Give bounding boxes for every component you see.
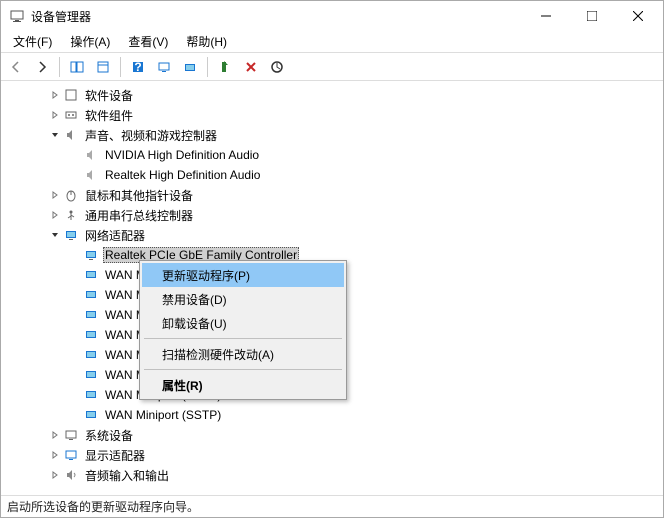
collapse-icon[interactable] [49,129,61,141]
network-adapter-icon [83,267,99,283]
menu-help[interactable]: 帮助(H) [178,31,235,52]
help-button[interactable]: ? [127,56,149,78]
expand-icon[interactable] [49,109,61,121]
speaker-icon [83,167,99,183]
network-adapter-icon [83,407,99,423]
context-menu: 更新驱动程序(P) 禁用设备(D) 卸载设备(U) 扫描检测硬件改动(A) 属性… [139,260,347,400]
network-adapter-icon [83,347,99,363]
maximize-button[interactable] [569,1,615,31]
menubar: 文件(F) 操作(A) 查看(V) 帮助(H) [1,31,663,53]
ctx-scan[interactable]: 扫描检测硬件改动(A) [142,342,344,366]
device-icon [63,107,79,123]
ctx-separator [144,369,342,370]
scan-hardware-button[interactable] [153,56,175,78]
disable-device-button[interactable] [266,56,288,78]
speaker-icon [83,147,99,163]
tree-node-audio-io[interactable]: 音频输入和输出 [1,465,663,485]
computer-icon [63,427,79,443]
ctx-disable[interactable]: 禁用设备(D) [142,287,344,311]
collapse-icon[interactable] [49,229,61,241]
menu-action[interactable]: 操作(A) [62,31,118,52]
enable-device-button[interactable] [214,56,236,78]
speaker-icon [63,127,79,143]
tree-node-mice[interactable]: 鼠标和其他指针设备 [1,185,663,205]
ctx-label: 扫描检测硬件改动(A) [162,346,274,363]
close-button[interactable] [615,1,661,31]
uninstall-device-button[interactable] [240,56,262,78]
menu-file[interactable]: 文件(F) [5,31,60,52]
node-label: 网络适配器 [83,227,147,244]
node-label: 声音、视频和游戏控制器 [83,127,219,144]
status-text: 启动所选设备的更新驱动程序向导。 [7,498,199,515]
usb-icon [63,207,79,223]
node-label: Realtek High Definition Audio [103,168,262,182]
network-icon [63,227,79,243]
tree-node-software-components[interactable]: 软件组件 [1,105,663,125]
tree-node-system[interactable]: 系统设备 [1,425,663,445]
mouse-icon [63,187,79,203]
network-adapter-icon [83,327,99,343]
ctx-label: 禁用设备(D) [162,291,227,308]
network-adapter-icon [83,287,99,303]
network-adapter-icon [83,367,99,383]
ctx-label: 属性(R) [162,377,203,394]
expand-icon[interactable] [49,469,61,481]
tree-node-realtek-audio[interactable]: Realtek High Definition Audio [1,165,663,185]
expand-icon[interactable] [49,449,61,461]
show-hide-tree-button[interactable] [66,56,88,78]
expand-icon[interactable] [49,209,61,221]
network-adapter-icon [83,307,99,323]
audio-icon [63,467,79,483]
tree-node-sound[interactable]: 声音、视频和游戏控制器 [1,125,663,145]
ctx-properties[interactable]: 属性(R) [142,373,344,397]
svg-text:?: ? [134,60,141,74]
device-manager-window: 设备管理器 文件(F) 操作(A) 查看(V) 帮助(H) ? 软件设备 [0,0,664,518]
menu-view[interactable]: 查看(V) [120,31,176,52]
window-title: 设备管理器 [31,8,91,25]
tree-node-display[interactable]: 显示适配器 [1,445,663,465]
app-icon [9,8,25,24]
display-icon [63,447,79,463]
titlebar: 设备管理器 [1,1,663,31]
back-button[interactable] [5,56,27,78]
node-label: 显示适配器 [83,447,147,464]
expand-icon[interactable] [49,189,61,201]
expand-icon[interactable] [49,89,61,101]
ctx-label: 更新驱动程序(P) [162,267,250,284]
update-driver-button[interactable] [179,56,201,78]
node-label: 鼠标和其他指针设备 [83,187,195,204]
node-label: 软件组件 [83,107,135,124]
toolbar: ? [1,53,663,81]
statusbar: 启动所选设备的更新驱动程序向导。 [1,495,663,517]
minimize-button[interactable] [523,1,569,31]
network-adapter-icon [83,247,99,263]
tree-node-usb[interactable]: 通用串行总线控制器 [1,205,663,225]
properties-button[interactable] [92,56,114,78]
ctx-separator [144,338,342,339]
forward-button[interactable] [31,56,53,78]
expand-icon[interactable] [49,429,61,441]
node-label: 音频输入和输出 [83,467,171,484]
network-adapter-icon [83,387,99,403]
node-label: WAN Miniport (SSTP) [103,408,223,422]
node-label: NVIDIA High Definition Audio [103,148,261,162]
ctx-label: 卸载设备(U) [162,315,227,332]
node-label: 软件设备 [83,87,135,104]
ctx-uninstall[interactable]: 卸载设备(U) [142,311,344,335]
tree-node-wan-sstp[interactable]: WAN Miniport (SSTP) [1,405,663,425]
node-label: 通用串行总线控制器 [83,207,195,224]
tree-node-software-devices[interactable]: 软件设备 [1,85,663,105]
node-label: 系统设备 [83,427,135,444]
ctx-update-driver[interactable]: 更新驱动程序(P) [142,263,344,287]
tree-node-nvidia-audio[interactable]: NVIDIA High Definition Audio [1,145,663,165]
device-icon [63,87,79,103]
tree-node-network[interactable]: 网络适配器 [1,225,663,245]
